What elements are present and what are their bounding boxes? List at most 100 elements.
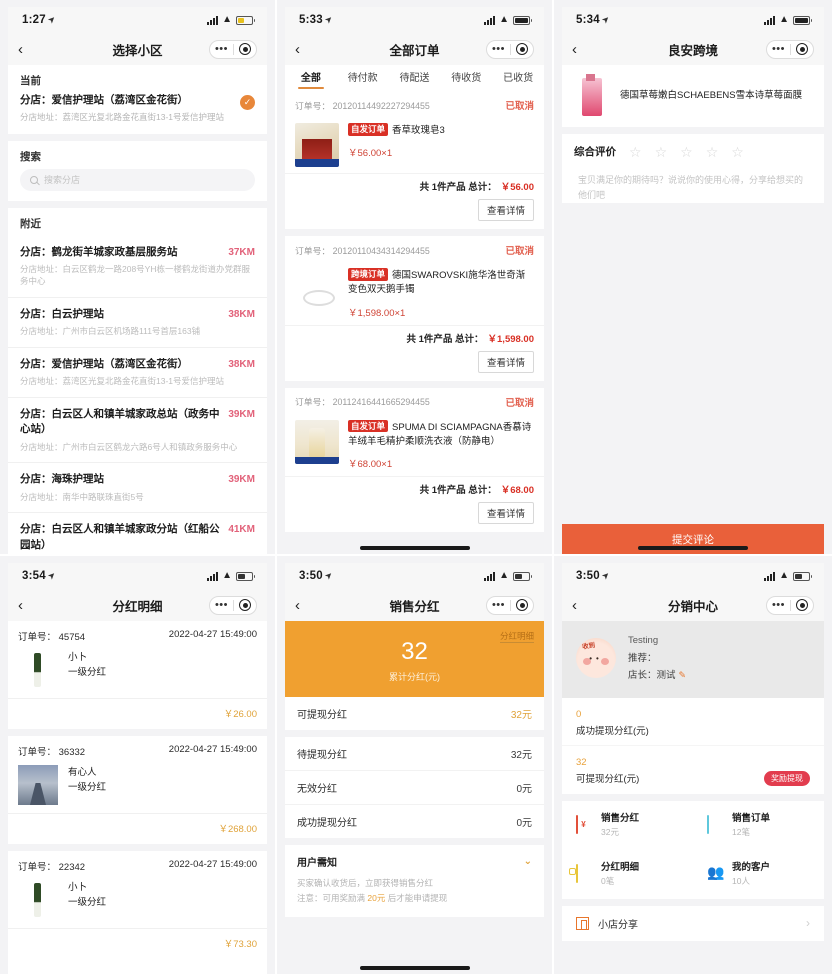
close-target-icon[interactable] [796, 43, 808, 55]
distribution-entry[interactable]: 👥我的客户10人 [693, 850, 824, 899]
back-button[interactable]: ‹ [295, 41, 317, 58]
distribution-entry[interactable]: 分红明细0笔 [562, 850, 693, 899]
home-indicator [360, 546, 470, 550]
tab-0[interactable]: 全部 [285, 69, 337, 87]
order-status-tabs[interactable]: 全部待付款待配送待收货已收货 [285, 65, 544, 91]
store-list-item[interactable]: 分店：鹤龙街羊城家政基层服务站37KM分店地址：白云区鹤龙一路208号YH栋一楼… [8, 236, 267, 298]
more-dots-icon[interactable]: ••• [215, 44, 228, 55]
mini-program-capsule[interactable]: ••• [486, 40, 534, 59]
star-rating[interactable]: ☆ ☆ ☆ ☆ ☆ [629, 145, 744, 159]
mini-program-capsule[interactable]: ••• [209, 596, 257, 615]
store-distance: 38KM [228, 359, 255, 370]
orders-list[interactable]: 订单号： 20120114492227294455已取消自发订单香草玫瑰皂3￥5… [285, 91, 544, 532]
withdraw-pill-button[interactable]: 奖励提现 [764, 771, 810, 786]
nav-bar: ‹ 分红明细 ••• [8, 589, 267, 621]
shop-share-label: 小店分享 [598, 916, 638, 931]
status-time: 3:54 [22, 570, 46, 582]
profile-name: Testing [628, 632, 686, 650]
avatar: 收到 •• [576, 638, 616, 678]
overall-rating-row[interactable]: 综合评价 ☆☆☆☆☆ [574, 144, 812, 159]
mini-program-capsule[interactable]: ••• [486, 596, 534, 615]
view-detail-button[interactable]: 查看详情 [478, 199, 534, 221]
mini-program-capsule[interactable]: ••• [766, 40, 814, 59]
order-card[interactable]: 订单号： 20120110434314294455已取消跨境订单德国SWAROV… [285, 236, 544, 381]
back-button[interactable]: ‹ [295, 597, 317, 614]
store-list-item[interactable]: 分店：爱信护理站（荔湾区金花街）38KM分店地址：荔湾区光复北路金花直街13-1… [8, 347, 267, 397]
sales-dividend-scroll[interactable]: 分红明细 32 累计分红(元) 可提现分红32元 待提现分红32元无效分红0元成… [285, 621, 544, 974]
close-target-icon[interactable] [239, 43, 251, 55]
close-target-icon[interactable] [796, 599, 808, 611]
back-button[interactable]: ‹ [572, 597, 594, 614]
distribution-entry[interactable]: ¥销售分红32元 [562, 801, 693, 850]
back-button[interactable]: ‹ [572, 41, 594, 58]
more-dots-icon[interactable]: ••• [492, 600, 505, 611]
current-store-row[interactable]: 分店：爱信护理站（荔湾区金花街） 分店地址：荔湾区光复北路金花直街13-1号爱信… [20, 93, 255, 124]
order-card[interactable]: 订单号： 20120114492227294455已取消自发订单香草玫瑰皂3￥5… [285, 91, 544, 229]
distribution-entry[interactable]: 销售订单12笔 [693, 801, 824, 850]
order-product-title: 自发订单香草玫瑰皂3 [348, 123, 534, 138]
close-target-icon[interactable] [516, 43, 528, 55]
more-dots-icon[interactable]: ••• [215, 600, 228, 611]
user-notice-header[interactable]: 用户需知 ⌄ [285, 845, 544, 876]
chevron-right-icon[interactable]: › [806, 916, 810, 930]
more-dots-icon[interactable]: ••• [492, 44, 505, 55]
shop-share-row[interactable]: 小店分享 › [562, 906, 824, 941]
comment-input[interactable]: 宝贝满足你的期待吗？说说你的使用心得，分享给想买的他们吧 [574, 159, 812, 203]
nearby-label-wrap: 附近 [8, 208, 267, 231]
status-time: 1:27 [22, 14, 46, 26]
star-icon-3[interactable]: ☆ [680, 145, 693, 159]
store-list-item[interactable]: 分店：海珠护理站39KM分店地址：南华中路联珠直街5号 [8, 462, 267, 512]
star-icon-2[interactable]: ☆ [655, 145, 668, 159]
dividend-detail-link[interactable]: 分红明细 [500, 630, 534, 643]
tab-3[interactable]: 待收货 [440, 69, 492, 87]
tab-2[interactable]: 待配送 [389, 69, 441, 87]
mini-program-capsule[interactable]: ••• [766, 596, 814, 615]
distribution-entry-grid[interactable]: ¥销售分红32元销售订单12笔分红明细0笔👥我的客户10人 [562, 801, 824, 899]
back-button[interactable]: ‹ [18, 41, 40, 58]
star-icon-4[interactable]: ☆ [706, 145, 719, 159]
store-list-scroll[interactable]: 当前 分店：爱信护理站（荔湾区金花街） 分店地址：荔湾区光复北路金花直街13-1… [8, 65, 267, 554]
order-total-value: ￥1,598.00 [488, 334, 534, 345]
more-dots-icon[interactable]: ••• [772, 44, 785, 55]
tab-1[interactable]: 待付款 [337, 69, 389, 87]
close-target-icon[interactable] [516, 599, 528, 611]
order-status-badge: 已取消 [505, 98, 534, 112]
order-card[interactable]: 订单号： 20112416441665294455已取消自发订单SPUMA DI… [285, 388, 544, 533]
mini-program-capsule[interactable]: ••• [209, 40, 257, 59]
order-total-label: 共 1件产品 总计： [406, 334, 483, 345]
pencil-icon[interactable]: ✎ [679, 670, 687, 680]
search-input[interactable]: 搜索分店 [20, 169, 255, 191]
store-list-item[interactable]: 分店：白云区人和镇羊城家政分站（红船公园站）41KM分店地址：广州市白云区人和镇… [8, 512, 267, 554]
view-detail-button[interactable]: 查看详情 [478, 351, 534, 373]
back-button[interactable]: ‹ [18, 597, 40, 614]
store-list-item[interactable]: 分店：白云区人和镇羊城家政总站（政务中心站）39KM分店地址：广州市白云区鹤龙六… [8, 397, 267, 462]
orders-scroll[interactable]: 订单号： 20120114492227294455已取消自发订单香草玫瑰皂3￥5… [285, 91, 544, 554]
entry-subtitle: 32元 [601, 826, 639, 839]
section-gap [8, 844, 267, 851]
order-header: 订单号： 20120110434314294455已取消 [285, 236, 544, 264]
dividend-records-scroll[interactable]: 订单号： 457542022-04-27 15:49:00小卜一级分红￥26.0… [8, 621, 267, 974]
close-target-icon[interactable] [239, 599, 251, 611]
record-product-name: 小卜 [68, 650, 106, 665]
chevron-down-icon[interactable]: ⌄ [524, 856, 532, 867]
more-dots-icon[interactable]: ••• [772, 600, 785, 611]
review-product[interactable]: 德国草莓嫩白SCHAEBENS雪本诗草莓面膜 [562, 65, 824, 127]
review-scroll[interactable]: 德国草莓嫩白SCHAEBENS雪本诗草莓面膜 综合评价 ☆☆☆☆☆ 宝贝满足你的… [562, 65, 824, 554]
dividend-record[interactable]: 订单号： 223422022-04-27 15:49:00小卜一级分红￥73.3… [8, 851, 267, 959]
tab-4[interactable]: 已收货 [492, 69, 544, 87]
distribution-scroll[interactable]: 收到 •• Testing 推荐： 店长：测试✎ 0成功提现分红(元)32可提现… [562, 621, 824, 974]
dividend-record[interactable]: 订单号： 363322022-04-27 15:49:00有心人一级分红￥268… [8, 736, 267, 844]
order-actions: 查看详情 [285, 195, 544, 229]
store-list-item[interactable]: 分店：白云护理站38KM分店地址：广州市白云区机场路111号首层163铺 [8, 297, 267, 347]
nearby-store-list[interactable]: 分店：鹤龙街羊城家政基层服务站37KM分店地址：白云区鹤龙一路208号YH栋一楼… [8, 236, 267, 555]
user-notice-section[interactable]: 用户需知 ⌄ 买家确认收货后，立即获得销售分红 注意：可用奖励满 20元 后才能… [285, 845, 544, 917]
star-icon-5[interactable]: ☆ [731, 145, 744, 159]
star-icon-1[interactable]: ☆ [629, 145, 642, 159]
nearby-label: 附近 [20, 216, 255, 231]
product-thumbnail [18, 765, 58, 805]
view-detail-button[interactable]: 查看详情 [478, 502, 534, 524]
dividend-record[interactable]: 订单号： 457542022-04-27 15:49:00小卜一级分红￥26.0… [8, 621, 267, 729]
record-time: 2022-04-27 15:49:00 [169, 629, 257, 643]
notice-line-2-post: 后才能申请提现 [385, 893, 447, 903]
dividend-record-list[interactable]: 订单号： 457542022-04-27 15:49:00小卜一级分红￥26.0… [8, 621, 267, 959]
